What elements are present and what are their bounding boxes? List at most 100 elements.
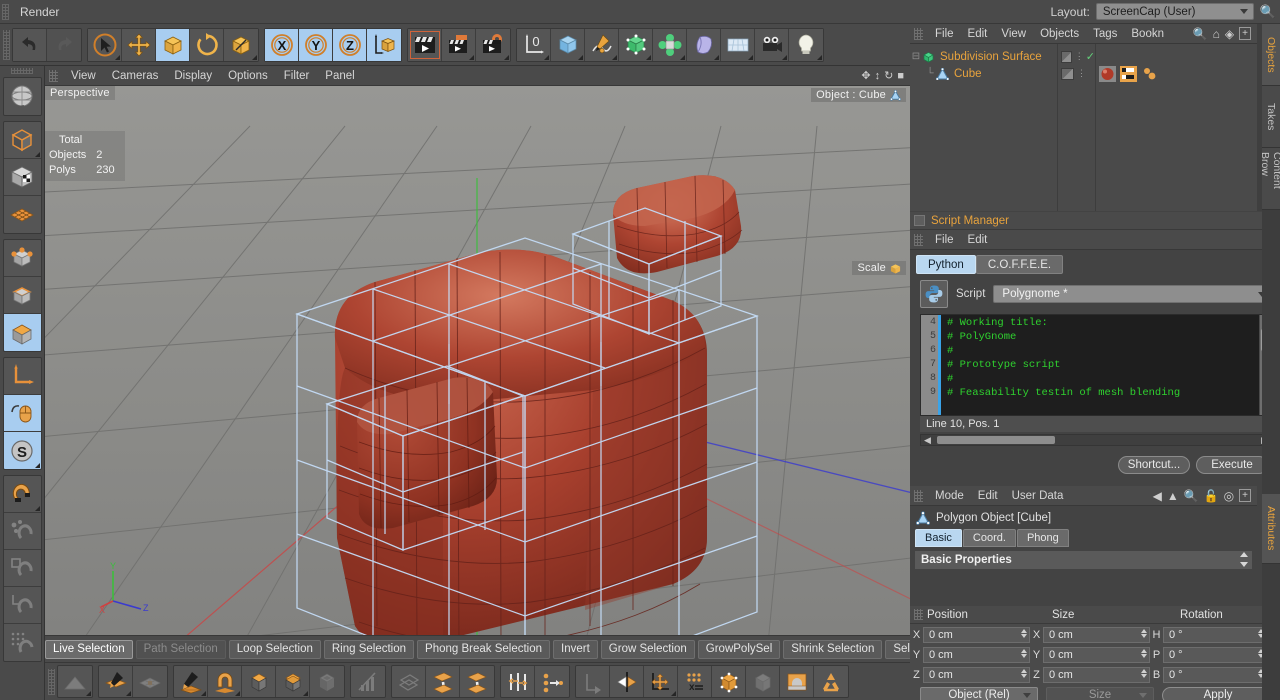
- subdivide-button[interactable]: [746, 666, 780, 697]
- magnet-mesh-button[interactable]: [208, 666, 242, 697]
- viewport-menu-display[interactable]: Display: [166, 68, 220, 84]
- stepper-down-icon[interactable]: [1141, 654, 1147, 658]
- move-tool[interactable]: [122, 29, 156, 61]
- stepper-down-icon[interactable]: [1141, 674, 1147, 678]
- enable-axis-button[interactable]: [4, 395, 41, 432]
- attrmgr-menu-user-data[interactable]: User Data: [1005, 488, 1071, 504]
- recycle-button[interactable]: [814, 666, 848, 697]
- brush-button[interactable]: [174, 666, 208, 697]
- split-button[interactable]: [460, 666, 494, 697]
- search-icon[interactable]: 🔍: [1193, 28, 1208, 40]
- calculator-button[interactable]: x: [678, 666, 712, 697]
- target-icon[interactable]: ◎: [1224, 490, 1234, 502]
- viewport-menu-cameras[interactable]: Cameras: [104, 68, 167, 84]
- inner-extrude-button[interactable]: [310, 666, 344, 697]
- stepper-down-icon[interactable]: [1021, 654, 1027, 658]
- vertex-snap-button[interactable]: [4, 513, 41, 550]
- attrmgr-menu-mode[interactable]: Mode: [928, 488, 971, 504]
- zoom-icon[interactable]: ↕: [875, 70, 881, 82]
- scale-alt-tool[interactable]: [224, 29, 258, 61]
- render-view-button[interactable]: [408, 29, 442, 61]
- script-tab-coffee[interactable]: C.O.F.F.E.E.: [976, 255, 1063, 274]
- viewport-3d[interactable]: Perspective Object : Cube Scale Total Ob…: [45, 86, 910, 635]
- selection-growpolysel-button[interactable]: GrowPolySel: [698, 640, 780, 659]
- stepper-up-icon[interactable]: [1021, 669, 1027, 673]
- home-icon[interactable]: ⌂: [1213, 28, 1220, 40]
- mirror-button[interactable]: [501, 666, 535, 697]
- axis-center-button[interactable]: [644, 666, 678, 697]
- search-icon[interactable]: 🔍: [1184, 490, 1199, 502]
- objmgr-menu-view[interactable]: View: [994, 26, 1033, 42]
- menu-render[interactable]: Render: [11, 2, 108, 22]
- coord-stepper[interactable]: [1141, 669, 1147, 678]
- lock-icon[interactable]: 🔓: [1204, 490, 1219, 502]
- light-button[interactable]: [789, 29, 823, 61]
- side-tab-attributes[interactable]: Attributes: [1262, 494, 1280, 564]
- z-axis-lock[interactable]: Z: [333, 29, 367, 61]
- selection-ring-selection-button[interactable]: Ring Selection: [324, 640, 414, 659]
- position-z-input[interactable]: 0 cm: [923, 667, 1030, 683]
- objmgr-menu-tags[interactable]: Tags: [1086, 26, 1124, 42]
- knife-button[interactable]: [99, 666, 133, 697]
- edges-mode-button[interactable]: [4, 277, 41, 314]
- material-sphere-tag[interactable]: [1099, 66, 1116, 82]
- scale-tool[interactable]: [156, 29, 190, 61]
- enable-snap-button[interactable]: [4, 476, 41, 513]
- up-arrow-icon[interactable]: ▲: [1167, 490, 1179, 502]
- visibility-box-icon[interactable]: [1061, 68, 1074, 80]
- stepper-up-icon[interactable]: [1021, 629, 1027, 633]
- property-spinner[interactable]: [1240, 552, 1250, 567]
- selection-loop-selection-button[interactable]: Loop Selection: [229, 640, 321, 659]
- uvw-cube-button[interactable]: [712, 666, 746, 697]
- stepper-down-icon[interactable]: [1141, 634, 1147, 638]
- execute-button[interactable]: Execute: [1196, 456, 1268, 474]
- object-row-cube[interactable]: └Cube: [910, 65, 1057, 82]
- tree-branch-icon[interactable]: └: [924, 68, 936, 79]
- position-y-input[interactable]: 0 cm: [923, 647, 1030, 663]
- objmgr-menu-file[interactable]: File: [928, 26, 961, 42]
- viewport-menu-options[interactable]: Options: [220, 68, 276, 84]
- back-arrow-icon[interactable]: ◀: [1153, 490, 1162, 502]
- visibility-box-icon[interactable]: [1061, 51, 1072, 63]
- rotate-icon[interactable]: ↻: [884, 69, 893, 82]
- object-row-subdivision-surface[interactable]: ⊟Subdivision Surface: [910, 48, 1057, 65]
- selection-live-selection-button[interactable]: Live Selection: [45, 640, 133, 659]
- world-object-axis[interactable]: [367, 29, 401, 61]
- extrude-button[interactable]: [276, 666, 310, 697]
- model-mode-button[interactable]: [4, 159, 41, 196]
- selection-select-cor-button[interactable]: Select Cor: [885, 640, 910, 659]
- script-code-editor[interactable]: 456789 # Working title:# PolyGnome## Pro…: [920, 314, 1272, 416]
- symmetry-button[interactable]: [610, 666, 644, 697]
- layout-dropdown[interactable]: ScreenCap (User): [1096, 3, 1254, 20]
- attr-tab-coord[interactable]: Coord.: [963, 529, 1016, 547]
- coord-size-dropdown[interactable]: Size: [1046, 687, 1154, 700]
- viewport-menu-view[interactable]: View: [63, 68, 104, 84]
- selection-grow-selection-button[interactable]: Grow Selection: [601, 640, 695, 659]
- clone-plane-button[interactable]: [392, 666, 426, 697]
- texture-mode-button[interactable]: [4, 196, 41, 233]
- coord-stepper[interactable]: [1021, 629, 1027, 638]
- coord-stepper[interactable]: [1141, 649, 1147, 658]
- rotation-h-input[interactable]: 0 °: [1163, 627, 1267, 643]
- apply-button[interactable]: Apply: [1162, 687, 1274, 700]
- shortcut-button[interactable]: Shortcut...: [1118, 456, 1190, 474]
- tree-collapse-icon[interactable]: ⊟: [910, 51, 922, 62]
- stepper-up-icon[interactable]: [1141, 629, 1147, 633]
- set-point-value-button[interactable]: [535, 666, 569, 697]
- stepper-up-icon[interactable]: [1021, 649, 1027, 653]
- editor-hscroll-thumb[interactable]: [937, 436, 1055, 444]
- selection-phong-break-selection-button[interactable]: Phong Break Selection: [417, 640, 550, 659]
- render-settings-button[interactable]: [476, 29, 510, 61]
- disconnect-button[interactable]: [426, 666, 460, 697]
- create-polygon-button[interactable]: [58, 666, 92, 697]
- spinner-up-icon[interactable]: [1240, 552, 1248, 557]
- undo-view-button[interactable]: [4, 78, 41, 115]
- editor-horizontal-scrollbar[interactable]: ◀ ▶: [920, 434, 1272, 446]
- phong-tag[interactable]: [1141, 66, 1158, 82]
- rotation-p-input[interactable]: 0 °: [1163, 647, 1267, 663]
- stepper-down-icon[interactable]: [1021, 634, 1027, 638]
- attrmgr-menu-edit[interactable]: Edit: [971, 488, 1005, 504]
- make-editable-button[interactable]: [4, 122, 41, 159]
- object-axis-button[interactable]: [4, 358, 41, 395]
- scroll-left-icon[interactable]: ◀: [924, 435, 931, 446]
